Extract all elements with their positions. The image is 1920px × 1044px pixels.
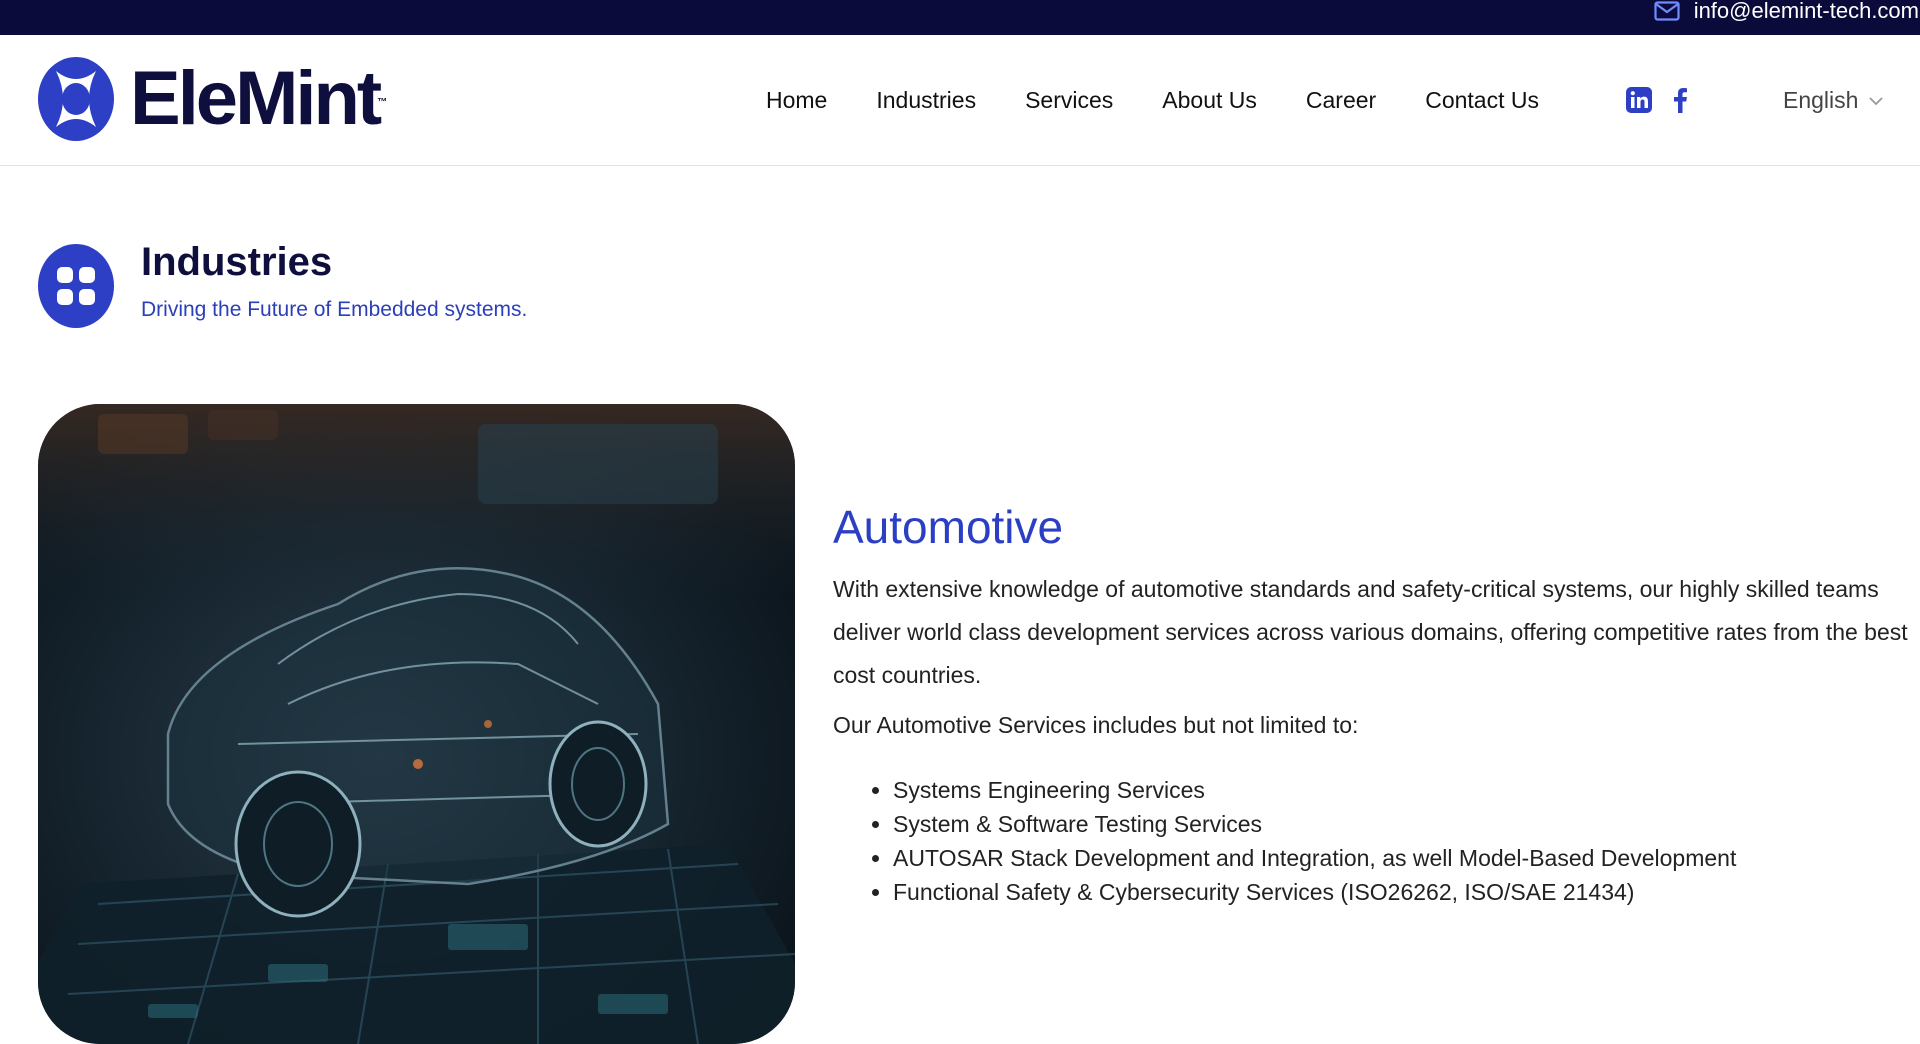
top-bar: info@elemint-tech.com — [0, 0, 1920, 35]
logo-text: EleMint — [130, 56, 382, 141]
nav-services[interactable]: Services — [1025, 87, 1113, 114]
automotive-hero-image — [38, 404, 795, 1044]
section-title: Industries — [141, 240, 333, 284]
linkedin-icon[interactable] — [1626, 87, 1652, 113]
section-icon-badge — [38, 244, 114, 328]
list-item: Functional Safety & Cybersecurity Servic… — [893, 875, 1736, 909]
list-item: Systems Engineering Services — [893, 773, 1736, 807]
nav-contact-us[interactable]: Contact Us — [1425, 87, 1539, 114]
mail-icon — [1654, 1, 1680, 21]
logo-wordmark: EleMint ™ — [130, 56, 387, 141]
nav-career[interactable]: Career — [1306, 87, 1376, 114]
industry-title: Automotive — [833, 501, 1064, 553]
facebook-icon[interactable] — [1672, 87, 1688, 113]
language-label: English — [1783, 87, 1859, 113]
contact-email[interactable]: info@elemint-tech.com — [1654, 0, 1919, 22]
nav-industries[interactable]: Industries — [876, 87, 976, 114]
list-item: System & Software Testing Services — [893, 807, 1736, 841]
services-lead: Our Automotive Services includes but not… — [833, 712, 1359, 738]
contact-email-text: info@elemint-tech.com — [1693, 0, 1919, 23]
services-list: Systems Engineering Services System & So… — [833, 773, 1736, 909]
logo-trademark: ™ — [377, 97, 388, 108]
section-subtitle: Driving the Future of Embedded systems. — [141, 298, 528, 321]
list-item: AUTOSAR Stack Development and Integratio… — [893, 841, 1736, 875]
nav-about-us[interactable]: About Us — [1162, 87, 1257, 114]
language-selector[interactable]: English — [1783, 87, 1884, 114]
nav-home[interactable]: Home — [766, 87, 827, 114]
site-header: EleMint ™ Home Industries Services About… — [0, 35, 1920, 166]
main-nav: Home Industries Services About Us Career… — [766, 35, 1588, 165]
industry-description: With extensive knowledge of automotive s… — [833, 576, 1908, 688]
social-links — [1626, 87, 1688, 113]
elemint-logo-icon — [38, 57, 114, 141]
grid-icon — [57, 267, 95, 305]
chevron-down-icon — [1869, 96, 1884, 105]
site-logo[interactable]: EleMint ™ — [38, 56, 387, 141]
car-wireframe-illustration — [38, 404, 795, 1044]
